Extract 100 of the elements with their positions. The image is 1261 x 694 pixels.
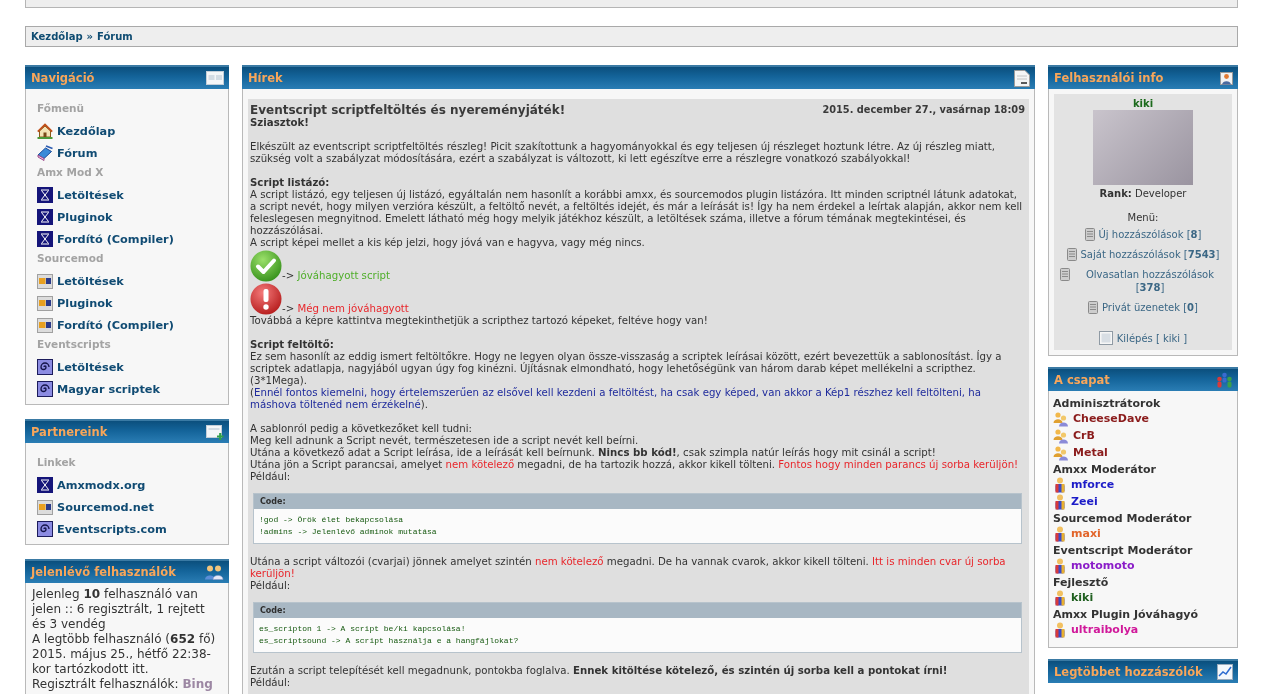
users-icon <box>204 564 224 580</box>
post-text: Például: <box>250 677 292 689</box>
post-text: Meg kell adnunk a Script nevét, természetesen ide a script nevét kell beírni. <box>250 435 640 447</box>
hourglass-tile-icon <box>37 209 53 225</box>
group-name: Amxx Moderátor <box>1053 462 1157 477</box>
nav-link[interactable]: Magyar scriptek <box>37 378 160 400</box>
spiral-tile-icon <box>37 521 53 537</box>
panel-title: Felhasználói info <box>1054 71 1164 85</box>
house-icon <box>37 123 53 139</box>
code-line: es_scriptsound -> A script használja e a hangfájlokat? <box>259 635 520 647</box>
member-link[interactable]: mforce <box>1053 477 1115 494</box>
nav-link[interactable]: Pluginok <box>37 206 113 228</box>
nav-link[interactable]: Fordító (Compiler) <box>37 228 174 250</box>
member-link[interactable]: motomoto <box>1053 558 1135 575</box>
post-heading: Script listázó: <box>250 177 331 189</box>
registered-label: Regisztrált felhasználók: <box>32 677 179 691</box>
nav-link[interactable]: Letöltések <box>37 356 124 378</box>
code-line: !admins -> Jelenlévő adminok mutatása <box>259 526 438 538</box>
breadcrumb-link[interactable]: Fórum <box>97 31 133 42</box>
nav-link[interactable]: Fordító (Compiler) <box>37 314 174 336</box>
nav-link[interactable]: Letöltések <box>37 184 124 206</box>
menu-link[interactable]: Új hozzászólások [8] <box>1084 225 1202 245</box>
status-text: -> Jóváhagyott script <box>282 270 390 282</box>
nav-link[interactable]: Amxmodx.org <box>37 474 146 496</box>
window-plus-icon <box>206 424 224 440</box>
panel-title: Partnereink <box>31 425 108 439</box>
breadcrumb-separator: » <box>86 31 93 42</box>
menu-link[interactable]: Saját hozzászólások [7543] <box>1066 245 1220 265</box>
post-text: Utána jön a Script parancsai, amelyet nem kötelező megadni, de ha tartozik hozzá, akkor kikell tölteni. Fontos hogy minden parancs új sorba kerüljön! <box>250 459 1020 471</box>
window-icon <box>1098 331 1113 345</box>
breadcrumb-link[interactable]: Kezdőlap <box>31 31 83 42</box>
person-icon <box>1053 622 1067 638</box>
member-link[interactable]: CheeseDave <box>1053 411 1150 428</box>
member-link[interactable]: CrB <box>1053 428 1095 445</box>
member-link[interactable]: ultraibolya <box>1053 622 1139 639</box>
nav-link[interactable]: Fórum <box>37 142 98 164</box>
section-label: Amx Mod X <box>37 165 105 180</box>
post-text: Utána a script változói (cvarjai) jönnek amelyet szintén nem kötelező megadni. De ha vannak cvarok, akkor kikell tölteni. Itt is minden cvar új sorba kerüljön! <box>250 556 1007 580</box>
post-text: Utána a következő adat a Script leírása, ide a leírását kell beírnunk. Nincs bb kód!, csak szimpla natúr leírás hogy mit csinál a script! <box>250 447 936 459</box>
online-text: A legtöbb felhasználó (652 fő) 2015. május 25., hétfő 22:38-kor tartózkodott itt. <box>32 632 217 677</box>
post-date: 2015. december 27., vasárnap 18:09 <box>822 103 1025 117</box>
panel-title: Hírek <box>248 71 283 85</box>
hourglass-tile-icon <box>37 187 53 203</box>
panel-title: Jelenlévő felhasználók <box>31 565 176 579</box>
logout-link[interactable]: Kilépés [ kiki ] <box>1098 328 1188 348</box>
group-name: Eventscript Moderátor <box>1053 543 1194 558</box>
person-icon <box>1053 477 1067 493</box>
page-icon <box>1066 248 1077 261</box>
people-icon <box>1053 445 1069 461</box>
alert-icon <box>250 283 282 315</box>
window-icon <box>206 71 224 85</box>
spiral-tile-icon <box>37 359 53 375</box>
spiral-tile-icon <box>37 381 53 397</box>
username-link[interactable]: kiki <box>1132 98 1154 110</box>
member-link[interactable]: Metal <box>1053 445 1108 462</box>
post-text: A sablonról pedig a következőket kell tudni: <box>250 423 474 435</box>
group-name: Fejlesztő <box>1053 575 1110 590</box>
menu-link[interactable]: Privát üzenetek [0] <box>1088 298 1198 318</box>
menu-label: Menü: <box>1127 212 1159 224</box>
chart-icon <box>1217 664 1233 680</box>
post-text: A script képei mellet a kis kép jelzi, hogy jóvá van e hagyva, vagy még nincs. <box>250 237 646 249</box>
post-text: Például: <box>250 471 292 483</box>
group-name: Adminisztrátorok <box>1053 396 1162 411</box>
post-text: Elkészült az eventscript scriptfeltöltés részleg! Picit szakítottunk a hagyományokkal és egy teljesen új részleget hoztunk létre. Az új részleg miatt, szükség volt a szabályzat módosítására, ezért a szabályzat is változott, ki lett egészítve erre a részlegre vonatkozó szabályokkal! <box>250 141 997 165</box>
panel-title: Navigáció <box>31 71 95 85</box>
group-name: Sourcemod Moderátor <box>1053 511 1193 526</box>
member-link[interactable]: Zeei <box>1053 494 1098 511</box>
page-icon <box>1088 301 1098 314</box>
member-link[interactable]: kiki <box>1053 590 1094 607</box>
hourglass-tile-icon <box>37 477 53 493</box>
rank-text: Rank: Developer <box>1099 188 1187 200</box>
check-icon <box>250 250 282 282</box>
block-tile-icon <box>37 273 53 289</box>
document-icon <box>1014 69 1030 87</box>
code-header: Code: <box>254 494 1021 509</box>
group-name: Amxx Plugin Jóváhagyó <box>1053 607 1200 622</box>
page-icon <box>1060 268 1070 281</box>
people-icon <box>1053 411 1069 427</box>
menu-link[interactable]: Olvasatlan hozzászólások [378] <box>1060 265 1226 298</box>
page-icon <box>1084 228 1095 241</box>
post-text: Ez sem hasonlít az eddig ismert feltöltőkre. Hogy ne legyen olyan össze-visszaság a scriptek leírásai között, ezért bevezettük a sablonosítást. Így a scriptek adatlapja, nagyjából ugyan úgy fog kinézni. Újításnak elmondható, hogy lehetőségünk van három darab képet mellékelni a scripthez. (3*1Mega). <box>250 351 1003 387</box>
code-line: !god -> Örök élet bekapcsolása <box>259 514 405 526</box>
person-icon <box>1053 494 1067 510</box>
panel-title: Legtöbbet hozzászólók <box>1054 665 1203 679</box>
person-icon <box>1053 526 1067 542</box>
post-text: A script listázó, egy teljesen új listázó, egyáltalán nem hasonlít a korábbi amxx, és sourcemodos plugin listázóra. Itt minden scriptnél látunk adatokat, a script nevét, hogy milyen verzióra készült, a feltöltő nevét, a feltöltés idejét, és már a leírását is! Így ha nem érdekel a leírtak alapján, akkor nem kell feleslegesen megnyitnod. Emelett látható még hogy melyik játékhoz készült, a letöltések száma, illetve a fórum témának megtekintései, és hozzászólásai. <box>250 189 1024 237</box>
nav-link[interactable]: Eventscripts.com <box>37 518 167 540</box>
post-text: Továbbá a képre kattintva megtekinthetjük a scripthez tartozó képeket, feltéve hogy van! <box>250 315 709 327</box>
status-text: -> Még nem jóváhagyott <box>282 303 409 315</box>
team-icon <box>1216 372 1233 388</box>
person-icon <box>1053 558 1067 574</box>
post-text: (Ennél fontos kiemelni, hogy értelemszerűen az elsővel kell kezdeni a feltöltést, ha csak egy képed, van akkor a Kép1 részhez kell feltölteni, ha máshova töltenéd nem érzékelné). <box>250 387 982 411</box>
section-label: Sourcemod <box>37 251 105 266</box>
nav-link[interactable]: Sourcemod.net <box>37 496 154 518</box>
section-label: Eventscripts <box>37 337 112 352</box>
nav-link[interactable]: Pluginok <box>37 292 113 314</box>
nav-link[interactable]: Kezdőlap <box>37 120 116 142</box>
section-label: Linkek <box>37 455 77 470</box>
post-heading: Sziasztok! <box>250 117 310 129</box>
nav-link[interactable]: Letöltések <box>37 270 124 292</box>
